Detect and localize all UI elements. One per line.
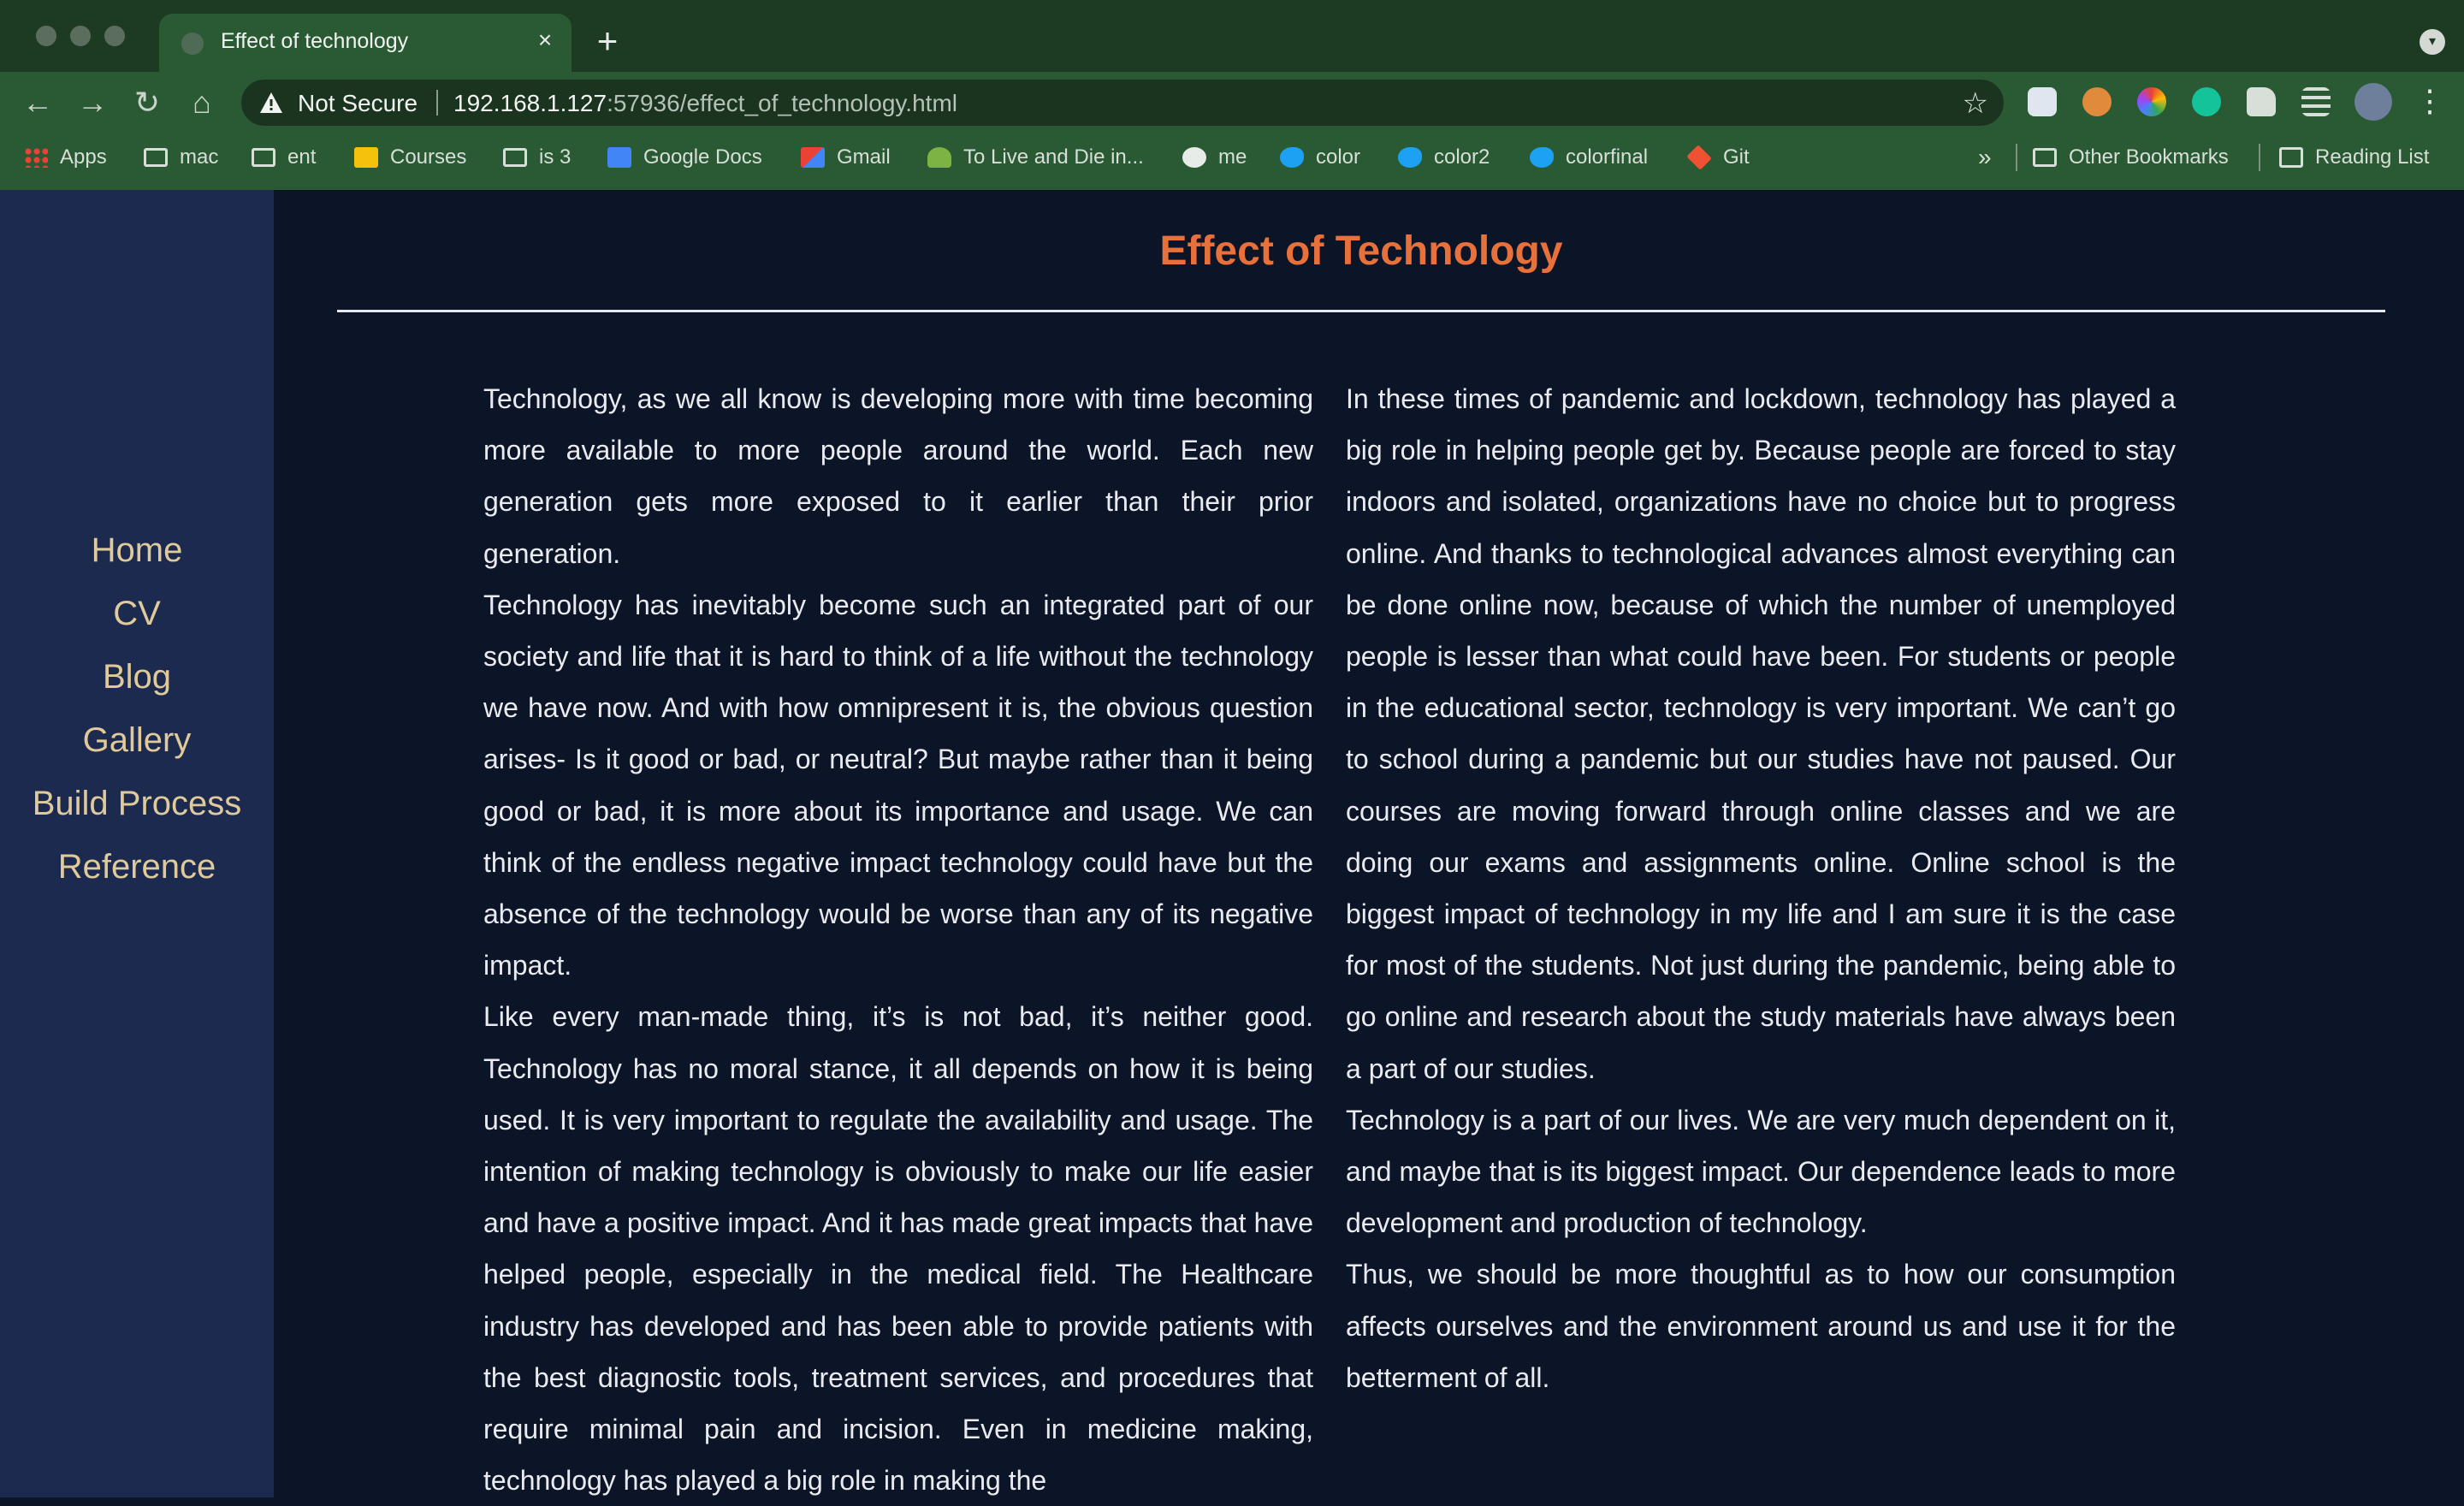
sidebar-item-cv[interactable]: CV — [0, 582, 274, 645]
back-icon[interactable]: ← — [17, 82, 58, 123]
tab-effect-of-technology[interactable]: Effect of technology × — [159, 14, 572, 72]
bookmark-google-docs[interactable]: Google Docs — [607, 140, 762, 175]
sidebar-item-reference[interactable]: Reference — [0, 835, 274, 898]
bookmark-color[interactable]: color — [1280, 140, 1360, 175]
sidebar-item-home[interactable]: Home — [0, 519, 274, 582]
sidebar-item-blog[interactable]: Blog — [0, 645, 274, 709]
extension-color-picker-icon[interactable] — [2137, 87, 2166, 116]
folder-icon — [144, 148, 168, 167]
folder-icon — [252, 148, 275, 167]
twitter-icon — [1530, 147, 1554, 168]
bookmark-label: Gmail — [837, 145, 891, 169]
bookmark-label: To Live and Die in... — [963, 145, 1144, 169]
bookmark-label: Git — [1723, 145, 1750, 169]
reading-list-button[interactable]: Reading List — [2279, 140, 2429, 175]
bookmark-mac[interactable]: mac — [144, 140, 218, 175]
tab-search-icon[interactable]: ▾ — [2420, 29, 2445, 55]
bookmark-label: ent — [287, 145, 317, 169]
paragraph: Technology is a part of our lives. We ar… — [1346, 1104, 2176, 1239]
leaf-icon — [927, 147, 951, 168]
reading-list-icon — [2279, 147, 2303, 168]
paragraph: Thus, we should be more thoughtful as to… — [1346, 1259, 2176, 1393]
forward-icon[interactable]: → — [72, 82, 113, 123]
extension-monkey-icon[interactable] — [2082, 87, 2112, 116]
media-controls-icon[interactable] — [2301, 87, 2331, 116]
bookmark-to-live-and-die[interactable]: To Live and Die in... — [927, 140, 1144, 175]
window-minimize-button[interactable] — [70, 26, 91, 46]
article-column-left: Technology, as we all know is developing… — [483, 373, 1313, 1506]
apps-icon — [24, 147, 48, 168]
window-close-button[interactable] — [36, 26, 56, 46]
bookmark-label: mac — [180, 145, 219, 169]
close-icon[interactable]: × — [530, 26, 560, 55]
browser-menu-icon[interactable]: ⋮ — [2414, 84, 2445, 118]
bookmark-me[interactable]: me — [1182, 140, 1247, 175]
bookmark-ent[interactable]: ent — [252, 140, 316, 175]
sidebar: Home CV Blog Gallery Build Process Refer… — [0, 190, 274, 1497]
bookmark-label: me — [1218, 145, 1247, 169]
address-bar[interactable]: Not Secure 192.168.1.127:57936/effect_of… — [241, 80, 2004, 126]
new-tab-button[interactable]: + — [590, 23, 625, 59]
folder-icon — [503, 148, 527, 167]
sidebar-nav: Home CV Blog Gallery Build Process Refer… — [0, 519, 274, 898]
gmail-icon — [801, 147, 825, 168]
paragraph: Technology, as we all know is developing… — [483, 383, 1313, 569]
paragraph: Technology has inevitably become such an… — [483, 589, 1313, 981]
docs-icon — [607, 147, 631, 168]
folder-icon — [2033, 148, 2057, 167]
web-page: Home CV Blog Gallery Build Process Refer… — [0, 190, 2464, 1497]
bookmark-label: color2 — [1434, 145, 1490, 169]
twitter-icon — [1280, 147, 1304, 168]
page-title: Effect of Technology — [1159, 228, 1563, 274]
bookmark-label: is 3 — [539, 145, 572, 169]
profile-avatar[interactable] — [2354, 83, 2392, 121]
bookmark-color2[interactable]: color2 — [1398, 140, 1490, 175]
browser-chrome: Effect of technology × + ▾ ← → ↻ ⌂ Not S… — [0, 0, 2464, 190]
url-text[interactable]: 192.168.1.127:57936/effect_of_technology… — [453, 90, 957, 117]
window-zoom-button[interactable] — [104, 26, 125, 46]
sidebar-item-gallery[interactable]: Gallery — [0, 709, 274, 772]
url-path: :57936/effect_of_technology.html — [607, 90, 957, 116]
title-divider — [337, 310, 2385, 312]
article-column-right: In these times of pandemic and lockdown,… — [1346, 373, 2176, 1403]
url-host: 192.168.1.127 — [453, 90, 607, 116]
extension-screenshot-icon[interactable] — [2028, 87, 2057, 116]
bookmark-label: Courses — [390, 145, 467, 169]
globe-icon — [181, 33, 204, 55]
home-icon[interactable]: ⌂ — [181, 82, 222, 123]
bookmark-git[interactable]: Git — [1686, 140, 1750, 175]
bookmark-other-bookmarks[interactable]: Other Bookmarks — [2033, 140, 2229, 175]
extension-grammarly-icon[interactable] — [2192, 87, 2221, 116]
bookmark-apps[interactable]: Apps — [24, 140, 107, 175]
bookmarks-bar: Apps mac ent Courses is 3 Google Docs Gm… — [0, 140, 2464, 175]
drive-icon — [354, 147, 378, 168]
paragraph: In these times of pandemic and lockdown,… — [1346, 383, 2176, 1084]
bookmarks-divider — [2259, 144, 2260, 171]
warning-icon — [260, 92, 282, 113]
bookmark-gmail[interactable]: Gmail — [801, 140, 891, 175]
extensions-puzzle-icon[interactable] — [2247, 87, 2276, 116]
reload-icon[interactable]: ↻ — [127, 82, 168, 123]
bookmark-colorfinal[interactable]: colorfinal — [1530, 140, 1648, 175]
bookmarks-divider — [2016, 144, 2017, 171]
bookmark-label: Other Bookmarks — [2069, 145, 2229, 169]
tab-title: Effect of technology — [221, 29, 409, 53]
bookmark-label: colorfinal — [1566, 145, 1649, 169]
bookmark-label: Apps — [60, 145, 107, 169]
twitter-icon — [1398, 147, 1422, 168]
security-label[interactable]: Not Secure — [298, 90, 418, 117]
bookmarks-overflow-icon[interactable]: » — [1978, 140, 1992, 175]
reading-list-label: Reading List — [2315, 145, 2430, 169]
bookmark-label: Google Docs — [643, 145, 762, 169]
globe-icon — [1182, 147, 1206, 168]
sidebar-item-build-process[interactable]: Build Process — [0, 772, 274, 835]
tab-strip: Effect of technology × + ▾ — [0, 0, 2464, 72]
bookmark-label: color — [1316, 145, 1361, 169]
bookmark-is-3[interactable]: is 3 — [503, 140, 571, 175]
bookmark-courses[interactable]: Courses — [354, 140, 466, 175]
paragraph: Like every man-made thing, it’s is not b… — [483, 1001, 1313, 1497]
git-icon — [1686, 145, 1712, 170]
bookmark-star-icon[interactable]: ☆ — [1963, 86, 1988, 121]
address-separator — [436, 90, 438, 116]
